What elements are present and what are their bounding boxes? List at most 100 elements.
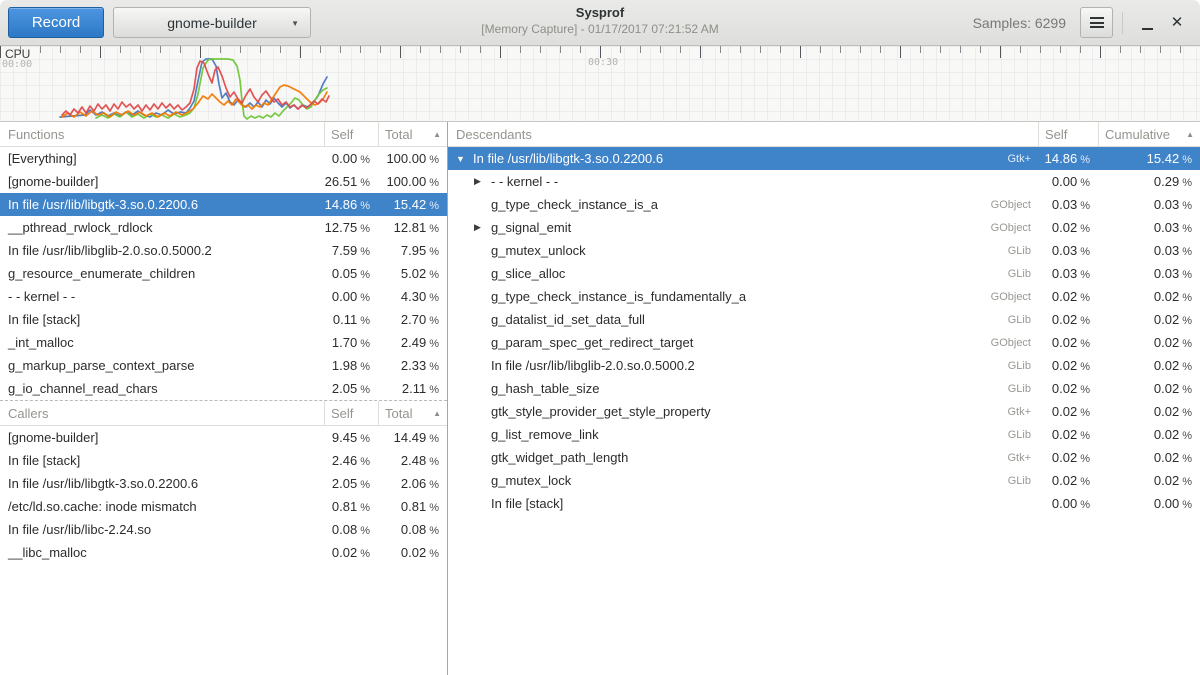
table-row[interactable]: In file /usr/lib/libgtk-3.so.0.2200.6 2.0… bbox=[0, 472, 447, 495]
table-row[interactable]: _int_malloc1.70%2.49% bbox=[0, 331, 447, 354]
library-badge: GLib bbox=[1008, 314, 1038, 326]
tree-row[interactable]: ▶g_signal_emitGObject0.02%0.03% bbox=[448, 216, 1200, 239]
close-icon: ✕ bbox=[1171, 15, 1184, 30]
functions-section: Functions Self Total ▲ [Everything]0.00%… bbox=[0, 122, 447, 400]
table-row[interactable]: __pthread_rwlock_rdlock12.75%12.81% bbox=[0, 216, 447, 239]
column-header-self[interactable]: Self bbox=[324, 122, 378, 146]
tree-row[interactable]: g_datalist_id_set_data_fullGLib0.02%0.02… bbox=[448, 308, 1200, 331]
tree-row[interactable]: g_param_spec_get_redirect_targetGObject0… bbox=[448, 331, 1200, 354]
tree-row[interactable]: g_list_remove_linkGLib0.02%0.02% bbox=[448, 423, 1200, 446]
function-name: In file /usr/lib/libc-2.24.so bbox=[0, 522, 324, 537]
descendant-name-cell: g_list_remove_linkGLib bbox=[448, 427, 1038, 442]
percent-cell: 2.70% bbox=[378, 312, 447, 327]
column-header-functions[interactable]: Functions bbox=[0, 122, 324, 146]
target-selector-dropdown[interactable]: gnome-builder ▼ bbox=[113, 7, 311, 38]
table-row[interactable]: In file [stack]0.11%2.70% bbox=[0, 308, 447, 331]
callers-table-header: Callers Self Total ▲ bbox=[0, 401, 447, 426]
table-row[interactable]: In file /usr/lib/libglib-2.0.so.0.5000.2… bbox=[0, 239, 447, 262]
expander-collapsed-icon[interactable]: ▶ bbox=[474, 222, 491, 233]
descendant-name-cell: g_mutex_lockGLib bbox=[448, 473, 1038, 488]
table-row[interactable]: g_resource_enumerate_children0.05%5.02% bbox=[0, 262, 447, 285]
function-name: g_signal_emit bbox=[491, 220, 571, 235]
column-header-callers[interactable]: Callers bbox=[0, 401, 324, 425]
percent-cell: 0.00% bbox=[324, 289, 378, 304]
library-badge: GLib bbox=[1008, 475, 1038, 487]
hamburger-icon bbox=[1090, 15, 1104, 31]
tree-row[interactable]: gtk_style_provider_get_style_propertyGtk… bbox=[448, 400, 1200, 423]
table-row[interactable]: /etc/ld.so.cache: inode mismatch0.81%0.8… bbox=[0, 495, 447, 518]
library-badge: GLib bbox=[1008, 360, 1038, 372]
window-title: Sysprof bbox=[250, 5, 950, 20]
function-name: In file /usr/lib/libgtk-3.so.0.2200.6 bbox=[0, 476, 324, 491]
table-row[interactable]: [gnome-builder]9.45%14.49% bbox=[0, 426, 447, 449]
percent-cell: 0.29% bbox=[1098, 174, 1200, 189]
tree-row[interactable]: ▶- - kernel - -0.00%0.29% bbox=[448, 170, 1200, 193]
percent-cell: 0.02% bbox=[1038, 289, 1098, 304]
cpu-graph[interactable]: CPU 00:00 00:30 bbox=[0, 46, 1200, 122]
descendants-table-body: ▼In file /usr/lib/libgtk-3.so.0.2200.6Gt… bbox=[448, 147, 1200, 515]
column-header-self-label: Self bbox=[1045, 127, 1067, 142]
record-button[interactable]: Record bbox=[8, 7, 104, 38]
tree-row[interactable]: g_mutex_lockGLib0.02%0.02% bbox=[448, 469, 1200, 492]
percent-cell: 2.06% bbox=[378, 476, 447, 491]
column-header-self[interactable]: Self bbox=[324, 401, 378, 425]
tree-row[interactable]: gtk_widget_path_lengthGtk+0.02%0.02% bbox=[448, 446, 1200, 469]
table-row[interactable]: __libc_malloc0.02%0.02% bbox=[0, 541, 447, 564]
percent-cell: 5.02% bbox=[378, 266, 447, 281]
percent-cell: 7.59% bbox=[324, 243, 378, 258]
descendant-name-cell: g_slice_allocGLib bbox=[448, 266, 1038, 281]
function-name: g_mutex_unlock bbox=[491, 243, 586, 258]
minimize-button[interactable] bbox=[1132, 8, 1162, 38]
expander-collapsed-icon[interactable]: ▶ bbox=[474, 176, 491, 187]
table-row[interactable]: [Everything]0.00%100.00% bbox=[0, 147, 447, 170]
table-row[interactable]: In file [stack]2.46%2.48% bbox=[0, 449, 447, 472]
column-header-cumulative[interactable]: Cumulative ▲ bbox=[1098, 122, 1200, 146]
table-row[interactable]: g_markup_parse_context_parse1.98%2.33% bbox=[0, 354, 447, 377]
percent-cell: 0.81% bbox=[378, 499, 447, 514]
library-badge: Gtk+ bbox=[1007, 153, 1038, 165]
tree-row[interactable]: In file [stack]0.00%0.00% bbox=[448, 492, 1200, 515]
column-header-total[interactable]: Total ▲ bbox=[378, 401, 447, 425]
percent-cell: 0.02% bbox=[1038, 404, 1098, 419]
column-header-self[interactable]: Self bbox=[1038, 122, 1098, 146]
percent-cell: 1.98% bbox=[324, 358, 378, 373]
right-pane: Descendants Self Cumulative ▲ ▼In file /… bbox=[448, 122, 1200, 675]
percent-cell: 100.00% bbox=[378, 151, 447, 166]
expander-expanded-icon[interactable]: ▼ bbox=[456, 154, 473, 164]
tree-row[interactable]: g_slice_allocGLib0.03%0.03% bbox=[448, 262, 1200, 285]
function-name: In file [stack] bbox=[0, 453, 324, 468]
percent-cell: 14.86% bbox=[1038, 151, 1098, 166]
percent-cell: 0.02% bbox=[1038, 358, 1098, 373]
tree-row[interactable]: ▼In file /usr/lib/libgtk-3.so.0.2200.6Gt… bbox=[448, 147, 1200, 170]
function-name: gtk_widget_path_length bbox=[491, 450, 628, 465]
tree-row[interactable]: g_type_check_instance_is_aGObject0.03%0.… bbox=[448, 193, 1200, 216]
table-row[interactable]: g_io_channel_read_chars2.05%2.11% bbox=[0, 377, 447, 400]
tree-row[interactable]: g_type_check_instance_is_fundamentally_a… bbox=[448, 285, 1200, 308]
percent-cell: 26.51% bbox=[324, 174, 378, 189]
tree-row[interactable]: g_mutex_unlockGLib0.03%0.03% bbox=[448, 239, 1200, 262]
column-header-cumulative-label: Cumulative bbox=[1105, 127, 1170, 142]
column-header-descendants[interactable]: Descendants bbox=[448, 122, 1038, 146]
function-name: In file [stack] bbox=[0, 312, 324, 327]
table-row[interactable]: In file /usr/lib/libc-2.24.so0.08%0.08% bbox=[0, 518, 447, 541]
library-badge: GLib bbox=[1008, 268, 1038, 280]
table-row[interactable]: In file /usr/lib/libgtk-3.so.0.2200.614.… bbox=[0, 193, 447, 216]
tree-row[interactable]: In file /usr/lib/libglib-2.0.so.0.5000.2… bbox=[448, 354, 1200, 377]
column-header-self-label: Self bbox=[331, 406, 353, 421]
percent-cell: 15.42% bbox=[1098, 151, 1200, 166]
menu-button[interactable] bbox=[1080, 7, 1113, 38]
time-label-start: 00:00 bbox=[2, 59, 32, 70]
table-row[interactable]: [gnome-builder]26.51%100.00% bbox=[0, 170, 447, 193]
percent-cell: 9.45% bbox=[324, 430, 378, 445]
tree-row[interactable]: g_hash_table_sizeGLib0.02%0.02% bbox=[448, 377, 1200, 400]
time-label-mid: 00:30 bbox=[588, 57, 618, 68]
sort-arrow-icon: ▲ bbox=[1186, 130, 1194, 139]
close-button[interactable]: ✕ bbox=[1162, 8, 1192, 38]
percent-cell: 4.30% bbox=[378, 289, 447, 304]
table-row[interactable]: - - kernel - -0.00%4.30% bbox=[0, 285, 447, 308]
percent-cell: 2.11% bbox=[378, 381, 447, 396]
percent-cell: 100.00% bbox=[378, 174, 447, 189]
function-name: In file /usr/lib/libglib-2.0.so.0.5000.2 bbox=[491, 358, 695, 373]
percent-cell: 0.05% bbox=[324, 266, 378, 281]
column-header-total[interactable]: Total ▲ bbox=[378, 122, 447, 146]
